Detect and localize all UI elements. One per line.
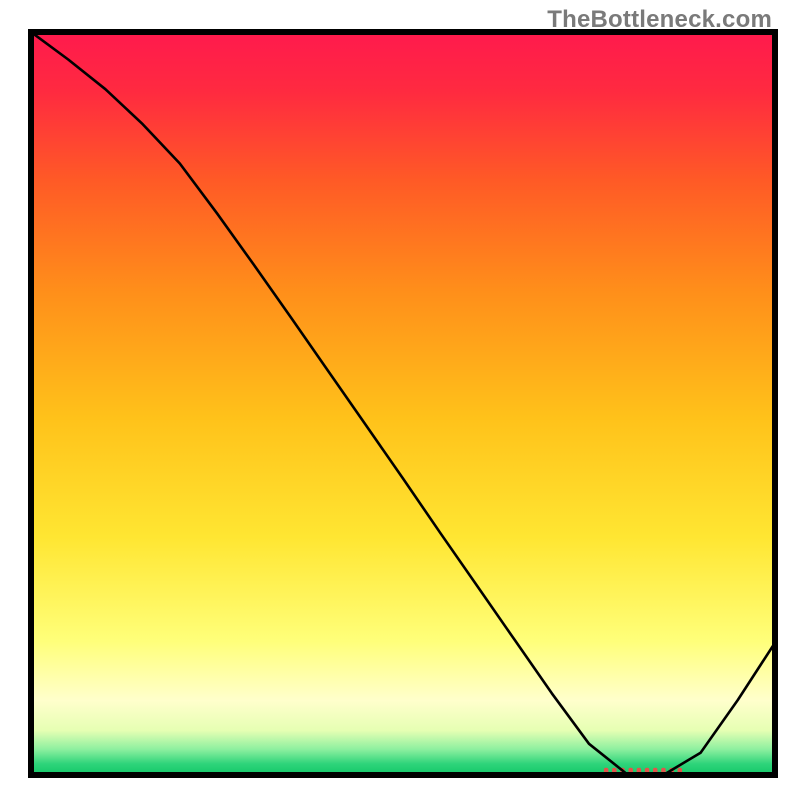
bottleneck-chart (0, 0, 800, 800)
watermark-text: TheBottleneck.com (547, 6, 772, 34)
chart-background (31, 32, 775, 775)
